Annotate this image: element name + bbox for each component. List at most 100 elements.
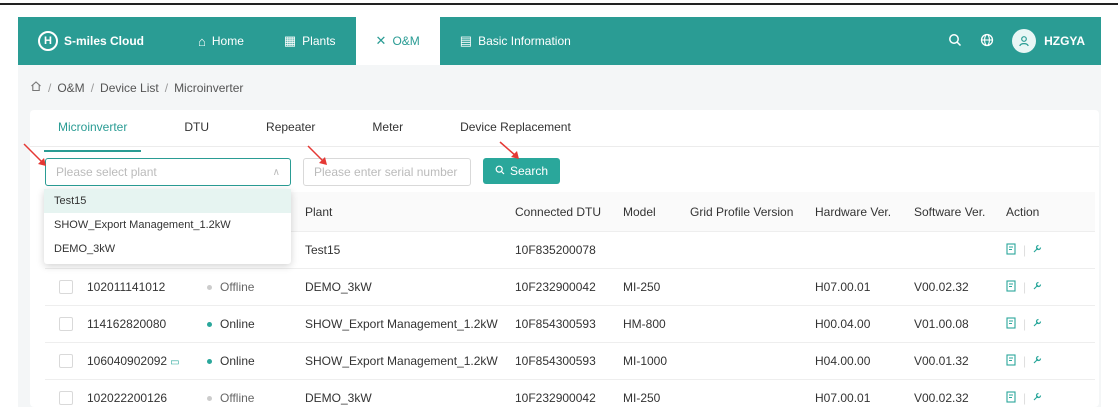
nav-om-label: O&M: [392, 34, 420, 48]
plant-cell: Test15: [305, 243, 341, 257]
breadcrumb-microinverter: Microinverter: [174, 80, 244, 95]
software-cell: V00.02.32: [914, 391, 969, 405]
software-cell: V00.02.32: [914, 280, 969, 294]
row-checkbox[interactable]: [59, 391, 73, 405]
header-software-ver: Software Ver.: [914, 204, 986, 219]
plant-cell: SHOW_Export Management_1.2kW: [305, 317, 498, 331]
search-icon: [495, 164, 505, 178]
row-checkbox[interactable]: [59, 354, 73, 368]
breadcrumb-om[interactable]: O&M: [57, 81, 84, 95]
dropdown-option[interactable]: SHOW_Export Management_1.2kW: [44, 213, 291, 237]
table-row: 102011141012 Offline DEMO_3kW 10F2329000…: [45, 269, 1095, 306]
dtu-cell: 10F835200078: [515, 243, 596, 257]
header-connected-dtu: Connected DTU: [515, 204, 602, 219]
tag-icon: ▭: [170, 357, 180, 368]
status-label: Offline: [220, 391, 255, 405]
nav-basic-information-label: Basic Information: [478, 34, 571, 48]
tools-icon: ✕: [375, 33, 387, 48]
wrench-icon[interactable]: [1032, 317, 1043, 331]
software-cell: V00.01.32: [914, 354, 969, 368]
model-cell: MI-250: [623, 391, 661, 405]
status-cell: Online: [207, 354, 305, 368]
offline-dot-icon: [207, 285, 212, 291]
detail-icon[interactable]: [1006, 353, 1017, 369]
model-cell: MI-1000: [623, 354, 668, 368]
brand-mark-icon: H: [38, 31, 58, 51]
tab-repeater[interactable]: Repeater: [266, 120, 315, 146]
tab-meter[interactable]: Meter: [372, 120, 403, 146]
plant-cell: SHOW_Export Management_1.2kW: [305, 354, 498, 368]
table-row: 106040902092 ▭ Online SHOW_Export Managem…: [45, 343, 1095, 380]
wrench-icon[interactable]: [1032, 243, 1043, 257]
device-tabs: Microinverter DTU Repeater Meter Device …: [43, 120, 571, 152]
user-menu[interactable]: HZGYA: [1012, 29, 1085, 53]
wrench-icon[interactable]: [1032, 280, 1043, 294]
nav-om[interactable]: ✕ O&M: [355, 17, 440, 65]
plant-dropdown-menu: Test15 SHOW_Export Management_1.2kW DEMO…: [44, 189, 291, 264]
brand-name: S-miles Cloud: [64, 34, 145, 48]
header-grid-profile-version: Grid Profile Version: [690, 204, 794, 219]
dropdown-option[interactable]: DEMO_3kW: [44, 237, 291, 261]
dtu-cell: 10F232900042: [515, 391, 596, 405]
wrench-icon[interactable]: [1032, 391, 1043, 405]
plant-select-placeholder: Please select plant: [56, 165, 157, 179]
annotation-arrow-icon: [307, 145, 327, 165]
nav-home[interactable]: ⌂ Home: [178, 17, 264, 65]
breadcrumb-separator: /: [48, 80, 52, 95]
dropdown-option[interactable]: Test15: [44, 189, 291, 213]
nav-plants-label: Plants: [302, 34, 336, 48]
offline-dot-icon: [207, 396, 212, 402]
status-cell: Online: [207, 317, 305, 331]
detail-icon[interactable]: [1006, 390, 1017, 406]
search-button-label: Search: [509, 164, 549, 178]
annotation-arrow-icon: [23, 143, 46, 166]
status-cell: Offline: [207, 391, 305, 405]
detail-icon[interactable]: [1006, 279, 1017, 295]
hardware-cell: H04.00.00: [815, 354, 871, 368]
online-dot-icon: [207, 359, 212, 365]
header-action: Action: [1006, 204, 1040, 219]
top-rule: [0, 0, 1118, 10]
detail-icon[interactable]: [1006, 316, 1017, 332]
serial-value: 106040902092: [87, 354, 168, 368]
brand-logo[interactable]: H S-miles Cloud: [38, 31, 178, 51]
dtu-cell: 10F854300593: [515, 317, 596, 331]
table-row: 102022200126 Offline DEMO_3kW 10F2329000…: [45, 380, 1095, 407]
header-model: Model: [623, 204, 656, 219]
model-cell: MI-250: [623, 280, 661, 294]
globe-icon[interactable]: [980, 33, 994, 50]
dtu-cell: 10F232900042: [515, 280, 596, 294]
row-checkbox[interactable]: [59, 280, 73, 294]
breadcrumb-device-list[interactable]: Device List: [100, 81, 159, 95]
plants-icon: ▦: [283, 33, 297, 48]
detail-icon[interactable]: [1006, 242, 1017, 258]
nav-right: HZGYA: [948, 29, 1085, 53]
tabs-divider: [30, 146, 1099, 147]
annotation-arrow-icon: [499, 141, 519, 159]
plant-select[interactable]: Please select plant ∧: [45, 158, 291, 186]
nav-plants[interactable]: ▦ Plants: [264, 17, 356, 65]
home-icon[interactable]: [30, 80, 42, 95]
action-cell: |: [1006, 242, 1066, 258]
action-cell: |: [1006, 390, 1066, 406]
action-cell: |: [1006, 279, 1066, 295]
tab-microinverter[interactable]: Microinverter: [43, 120, 142, 152]
software-cell: V01.00.08: [914, 317, 969, 331]
serial-cell: 114162820080: [87, 317, 167, 331]
plant-cell: DEMO_3kW: [305, 391, 372, 405]
plant-cell: DEMO_3kW: [305, 280, 372, 294]
breadcrumb-separator: /: [164, 80, 169, 95]
nav-home-label: Home: [211, 34, 244, 48]
row-checkbox[interactable]: [59, 317, 73, 331]
info-icon: ▤: [459, 33, 473, 48]
action-cell: |: [1006, 353, 1066, 369]
search-icon[interactable]: [948, 33, 962, 50]
tab-dtu[interactable]: DTU: [184, 120, 209, 146]
online-dot-icon: [207, 322, 212, 328]
hardware-cell: H00.04.00: [815, 317, 871, 331]
nav-basic-information[interactable]: ▤ Basic Information: [440, 17, 591, 65]
status-label: Online: [220, 317, 255, 331]
model-cell: HM-800: [623, 317, 666, 331]
table-row: 114162820080 Online SHOW_Export Manageme…: [45, 306, 1095, 343]
wrench-icon[interactable]: [1032, 354, 1043, 368]
